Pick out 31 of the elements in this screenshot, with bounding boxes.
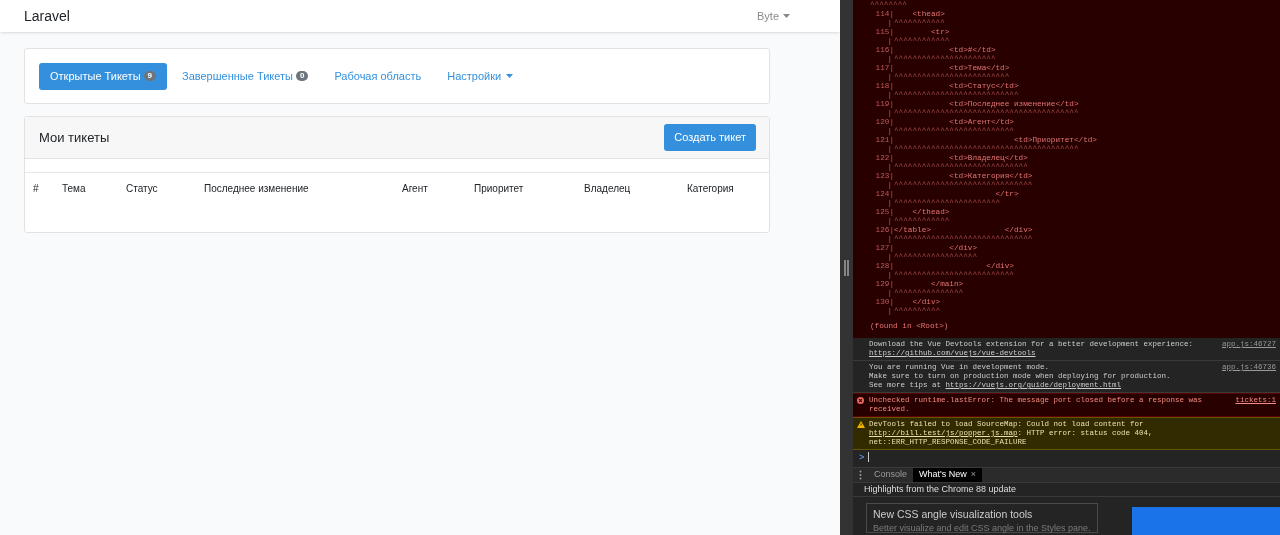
resize-handle-icon[interactable] <box>844 259 849 276</box>
brand-link[interactable]: Laravel <box>24 5 70 27</box>
warning-icon <box>857 421 865 428</box>
column-header: Приоритет <box>474 181 525 196</box>
caret-icon <box>506 74 514 78</box>
feature-description: Better visualize and edit CSS angle in the Styles pane. <box>873 522 1091 533</box>
caret-icon <box>783 14 790 18</box>
more-options-icon[interactable] <box>859 469 862 480</box>
column-header: Статус <box>126 181 159 196</box>
close-tab-icon[interactable]: × <box>970 468 977 482</box>
console-prompt[interactable]: > <box>859 452 865 466</box>
nav-tab[interactable]: Открытые Тикеты 9 <box>39 62 167 90</box>
column-header: Владелец <box>584 181 632 196</box>
column-header: Тема <box>62 181 87 196</box>
drawer-heading: Highlights from the Chrome 88 update <box>853 482 1280 497</box>
feature-card[interactable]: New CSS angle visualization tools Better visualize and edit CSS angle in the Styles pane. <box>866 503 1098 533</box>
nav-tab[interactable]: Рабочая область <box>323 62 433 90</box>
card-title: Мои тикеты <box>39 128 110 147</box>
column-header: Агент <box>402 181 429 196</box>
drawer-tab[interactable]: Console <box>868 468 914 482</box>
error-icon <box>857 397 864 404</box>
feature-title: New CSS angle visualization tools <box>873 507 1034 522</box>
user-menu[interactable]: Byte <box>757 7 790 25</box>
column-header: Категория <box>687 181 735 196</box>
drawer-tab[interactable]: What's New × <box>913 468 983 482</box>
nav-tab[interactable]: Завершенные Тикеты 0 <box>171 62 320 90</box>
count-badge: 0 <box>295 71 309 81</box>
count-badge: 9 <box>143 71 156 81</box>
column-header: # <box>32 181 40 196</box>
settings-dropdown[interactable]: Настройки <box>436 62 525 90</box>
column-header: Последнее изменение <box>204 181 310 196</box>
